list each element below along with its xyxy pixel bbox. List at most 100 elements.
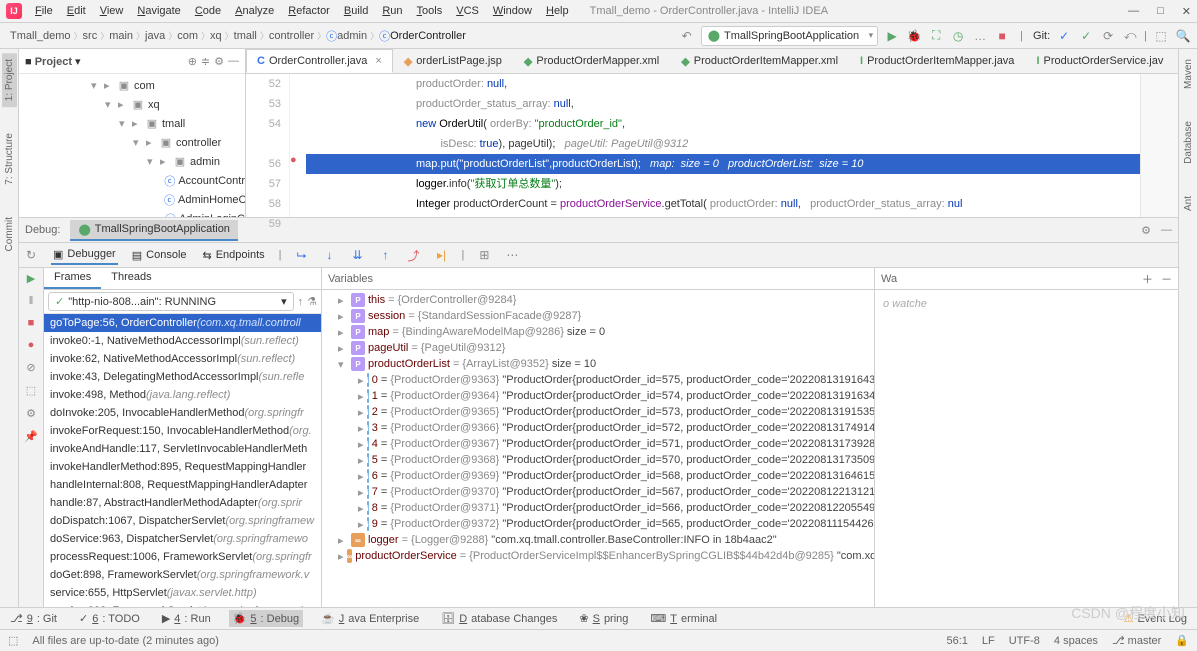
gear-icon[interactable]: ⚙ (1141, 224, 1151, 237)
menu-navigate[interactable]: Navigate (130, 3, 187, 19)
breadcrumb-item[interactable]: src (79, 30, 106, 42)
minimize-button[interactable]: — (1128, 5, 1139, 17)
breadcrumb-item[interactable]: ⓒ admin (322, 28, 375, 44)
breadcrumb[interactable]: Tmall_demosrcmainjavacomxqtmallcontrolle… (6, 23, 474, 48)
frames-tab[interactable]: Frames (44, 268, 101, 289)
resume-icon[interactable]: ▶ (27, 272, 35, 285)
variable-row[interactable]: ▸i 8 = {ProductOrder@9371} "ProductOrder… (322, 500, 874, 516)
tool-icon[interactable]: ≑ (201, 55, 210, 68)
settings-icon[interactable]: ⚙ (26, 407, 36, 420)
minimap[interactable] (1140, 74, 1178, 217)
evaluate-icon[interactable]: ⊞ (476, 247, 492, 263)
maximize-button[interactable]: □ (1157, 5, 1164, 17)
step-over-icon[interactable]: ⮡ (294, 247, 310, 263)
code-line[interactable]: map.put("productOrderCount", productOrde… (306, 214, 1140, 217)
tree-node[interactable]: ⓒAdminHomeC (19, 190, 245, 209)
breadcrumb-item[interactable]: ⓒ OrderController (375, 28, 474, 44)
editor-tab[interactable]: IProductOrderService.jav (1025, 49, 1174, 73)
variable-row[interactable]: ▸i 7 = {ProductOrder@9370} "ProductOrder… (322, 484, 874, 500)
status-icon[interactable]: ⬚ (8, 634, 18, 647)
breakpoints-icon[interactable]: ● (28, 339, 35, 351)
prev-frame-icon[interactable]: ↑ (298, 296, 304, 308)
variable-row[interactable]: ▾P productOrderList = {ArrayList@9352} s… (322, 356, 874, 372)
tree-node[interactable]: ⓒAccountContr (19, 171, 245, 190)
stack-frame[interactable]: doDispatch:1067, DispatcherServlet (org.… (44, 512, 321, 530)
variable-row[interactable]: ▸i 4 = {ProductOrder@9367} "ProductOrder… (322, 436, 874, 452)
breadcrumb-item[interactable]: xq (206, 30, 230, 42)
breadcrumb-item[interactable]: controller (265, 30, 322, 42)
breadcrumb-item[interactable]: tmall (230, 30, 265, 42)
stack-frame[interactable]: invoke:62, NativeMethodAccessorImpl (sun… (44, 350, 321, 368)
bottom-tool[interactable]: ⌨Terminal (646, 610, 721, 627)
menu-help[interactable]: Help (539, 3, 576, 19)
menu-run[interactable]: Run (375, 3, 409, 19)
variable-row[interactable]: ▸P pageUtil = {PageUtil@9312} (322, 340, 874, 356)
editor-tab[interactable]: ◆ProductOrderItemMapper.xml (670, 49, 849, 73)
menu-view[interactable]: View (93, 3, 131, 19)
variable-row[interactable]: ▸∞ productOrderService = {ProductOrderSe… (322, 548, 874, 564)
bottom-tool[interactable]: 🐞5: Debug (229, 610, 303, 627)
rerun-icon[interactable]: ↻ (23, 247, 39, 263)
stack-frame[interactable]: service:655, HttpServlet (javax.servlet.… (44, 584, 321, 602)
attach-icon[interactable]: … (972, 28, 988, 44)
pin-icon[interactable]: 📌 (24, 430, 38, 443)
code-line[interactable]: isDesc: true), pageUtil); pageUtil: Page… (306, 134, 1140, 154)
encoding[interactable]: UTF-8 (1009, 635, 1040, 647)
breadcrumb-item[interactable]: main (105, 30, 141, 42)
code-line[interactable]: map.put("productOrderList",productOrderL… (306, 154, 1140, 174)
variable-row[interactable]: ▸i 6 = {ProductOrder@9369} "ProductOrder… (322, 468, 874, 484)
right-tab-database[interactable]: Database (1181, 115, 1196, 170)
menu-window[interactable]: Window (486, 3, 539, 19)
stack-frame[interactable]: doService:963, DispatcherServlet (org.sp… (44, 530, 321, 548)
right-tab-maven[interactable]: Maven (1181, 53, 1196, 95)
stack-frame[interactable]: doGet:898, FrameworkServlet (org.springf… (44, 566, 321, 584)
project-view-selector[interactable]: ■ Project ▾ (25, 55, 81, 68)
tree-node[interactable]: ▾▸▣controller (19, 133, 245, 152)
pause-icon[interactable]: ‖ (29, 295, 34, 307)
bottom-tool[interactable]: ❀Spring (575, 610, 632, 627)
right-tab-ant[interactable]: Ant (1181, 190, 1196, 217)
breadcrumb-item[interactable]: java (141, 30, 173, 42)
menu-tools[interactable]: Tools (410, 3, 450, 19)
endpoints-tab[interactable]: ⇆ Endpoints (201, 247, 267, 264)
bottom-tool[interactable]: 🗄Database Changes (437, 610, 561, 627)
variable-row[interactable]: ▸∞ logger = {Logger@9288} "com.xq.tmall.… (322, 532, 874, 548)
tree-node[interactable]: ▾▸▣xq (19, 95, 245, 114)
bottom-tool[interactable]: ✓6: TODO (75, 610, 144, 627)
tree-node[interactable]: ▾▸▣com (19, 76, 245, 95)
stack-frame[interactable]: handle:87, AbstractHandlerMethodAdapter … (44, 494, 321, 512)
editor-tab[interactable]: IProductOrderItemMapper.java (849, 49, 1025, 73)
editor-tab[interactable]: COrderController.java× (246, 49, 393, 73)
bottom-tool[interactable]: ⎇9: Git (6, 610, 61, 627)
variable-row[interactable]: ▸i 2 = {ProductOrder@9365} "ProductOrder… (322, 404, 874, 420)
stack-frame[interactable]: handleInternal:808, RequestMappingHandle… (44, 476, 321, 494)
breadcrumb-item[interactable]: com (173, 30, 206, 42)
debug-session-tab[interactable]: ⬤TmallSpringBootApplication (70, 220, 237, 241)
variable-row[interactable]: ▸i 3 = {ProductOrder@9366} "ProductOrder… (322, 420, 874, 436)
git-commit-icon[interactable]: ✓ (1078, 28, 1094, 44)
left-tab-commit[interactable]: Commit (2, 211, 17, 257)
menu-build[interactable]: Build (337, 3, 375, 19)
force-step-into-icon[interactable]: ⇊ (350, 247, 366, 263)
menu-file[interactable]: File (28, 3, 60, 19)
profile-icon[interactable]: ◷ (950, 28, 966, 44)
variable-row[interactable]: ▸i 9 = {ProductOrder@9372} "ProductOrder… (322, 516, 874, 532)
variable-row[interactable]: ▸i 1 = {ProductOrder@9364} "ProductOrder… (322, 388, 874, 404)
menu-analyze[interactable]: Analyze (228, 3, 281, 19)
menu-edit[interactable]: Edit (60, 3, 93, 19)
thread-selector[interactable]: ✓"http-nio-808...ain": RUNNING▾ (48, 292, 294, 311)
menu-refactor[interactable]: Refactor (281, 3, 337, 19)
variable-row[interactable]: ▸P session = {StandardSessionFacade@9287… (322, 308, 874, 324)
coverage-icon[interactable]: ⛶ (928, 28, 944, 44)
hide-icon[interactable]: — (1161, 224, 1172, 236)
debug-icon[interactable]: 🐞 (906, 28, 922, 44)
line-sep[interactable]: LF (982, 635, 995, 647)
tool-icon[interactable]: ⊕ (188, 55, 197, 68)
tree-node[interactable]: ⓒAdminLoginC (19, 209, 245, 217)
debugger-tab[interactable]: ▣ Debugger (51, 246, 118, 265)
menu-vcs[interactable]: VCS (449, 3, 486, 19)
code-line[interactable]: productOrder: null, (306, 74, 1140, 94)
breadcrumb-item[interactable]: Tmall_demo (6, 30, 79, 42)
bottom-tool[interactable]: ☕Java Enterprise (317, 610, 423, 627)
run-config-selector[interactable]: ⬤TmallSpringBootApplication (701, 26, 878, 46)
